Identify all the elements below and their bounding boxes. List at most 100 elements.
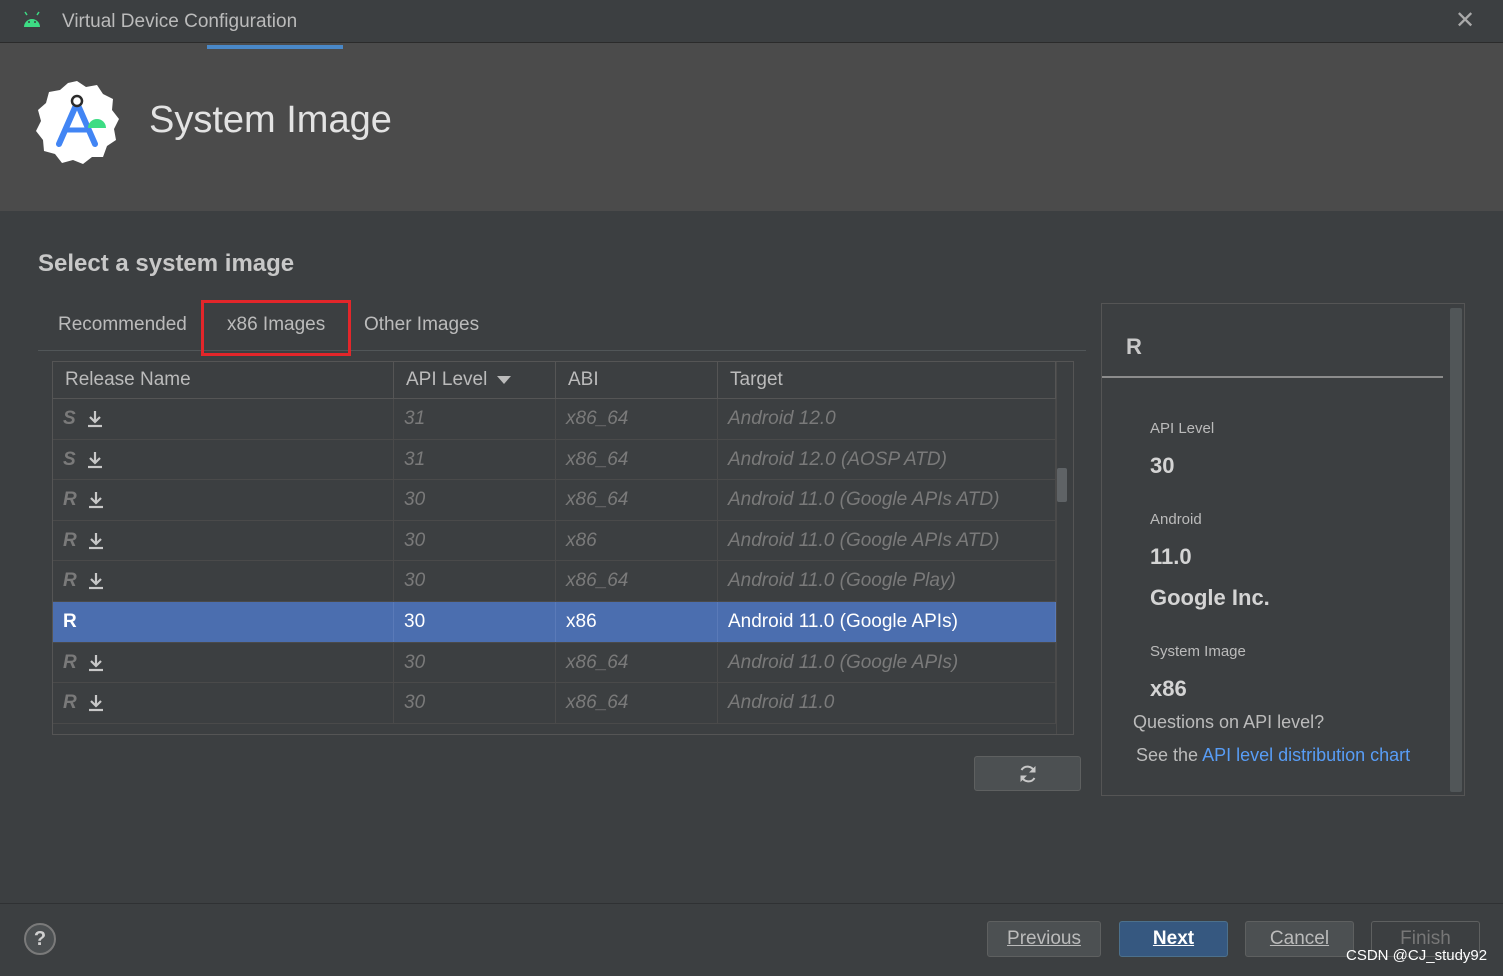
wizard-header: System Image — [0, 43, 1503, 211]
release-name-cell: S — [53, 399, 394, 439]
vendor-value: Google Inc. — [1150, 585, 1270, 610]
target-cell: Android 11.0 (Google APIs) — [718, 642, 1056, 683]
release-name-cell: R — [53, 642, 394, 683]
download-icon[interactable] — [87, 653, 105, 673]
api-level-cell: 30 — [394, 642, 556, 683]
release-name: S — [63, 408, 76, 429]
release-name: R — [63, 692, 77, 714]
abi-cell: x86 — [556, 601, 718, 642]
target-cell: Android 11.0 (Google APIs ATD) — [718, 520, 1056, 561]
release-name-cell: R — [53, 480, 394, 521]
table-header: Release Name API Level ABI Target — [53, 362, 1056, 399]
download-icon[interactable] — [87, 490, 105, 510]
release-name-cell: R — [53, 520, 394, 561]
tab-other-images[interactable]: Other Images — [364, 314, 479, 336]
api-level-cell: 31 — [394, 399, 556, 439]
release-name-cell: R — [53, 683, 394, 724]
active-tab-indicator — [207, 45, 343, 49]
android-studio-logo — [36, 81, 119, 164]
table-scrollbar-track[interactable] — [1056, 362, 1073, 734]
image-details-panel: R API Level 30 Android 11.0 Google Inc. … — [1101, 303, 1465, 796]
android-label: Android — [1150, 511, 1202, 528]
cancel-button[interactable]: Cancel — [1245, 921, 1354, 957]
api-level-value: 30 — [1150, 453, 1175, 478]
api-level-cell: 30 — [394, 561, 556, 602]
abi-cell: x86_64 — [556, 642, 718, 683]
details-divider — [1102, 376, 1443, 378]
android-icon — [24, 11, 40, 27]
next-button-label: Next — [1152, 928, 1195, 949]
table-row[interactable]: S 31 x86_64 Android 12.0 — [53, 399, 1056, 440]
download-icon[interactable] — [87, 693, 105, 713]
api-level-cell: 30 — [394, 480, 556, 521]
section-title: Select a system image — [38, 250, 295, 277]
abi-cell: x86_64 — [556, 439, 718, 480]
column-header-abi[interactable]: ABI — [556, 362, 718, 398]
table-row[interactable]: R 30 x86_64 Android 11.0 — [53, 683, 1056, 724]
target-cell: Android 11.0 (Google APIs ATD) — [718, 480, 1056, 521]
table-row[interactable]: R 30 x86 Android 11.0 (Google APIs ATD) — [53, 520, 1056, 562]
api-link-line: See the API level distribution chart — [1136, 745, 1410, 766]
column-header-target[interactable]: Target — [718, 362, 1056, 398]
see-the-text: See the — [1136, 745, 1203, 765]
system-image-table: Release Name API Level ABI Target S 31 x86… — [52, 361, 1074, 735]
abi-cell: x86 — [556, 520, 718, 561]
abi-cell: x86_64 — [556, 399, 718, 439]
column-header-api-level[interactable]: API Level — [394, 362, 556, 398]
download-icon[interactable] — [87, 571, 105, 591]
table-row[interactable]: S 31 x86_64 Android 12.0 (AOSP ATD) — [53, 439, 1056, 481]
release-name: R — [63, 529, 77, 551]
sort-descending-icon — [497, 375, 512, 384]
previous-button[interactable]: Previous — [987, 921, 1101, 957]
api-distribution-link[interactable]: API level distribution chart — [1202, 745, 1410, 765]
download-icon[interactable] — [86, 409, 104, 429]
refresh-icon — [1020, 765, 1036, 783]
table-row[interactable]: R 30 x86_64 Android 11.0 (Google APIs) — [53, 642, 1056, 684]
title-bar: Virtual Device Configuration ✕ — [0, 0, 1503, 43]
details-title: R — [1126, 334, 1142, 359]
abi-cell: x86_64 — [556, 683, 718, 724]
table-scrollbar-thumb[interactable] — [1057, 468, 1067, 502]
help-button[interactable]: ? — [24, 923, 56, 955]
column-header-api-level-label: API Level — [406, 369, 488, 390]
android-version-value: 11.0 — [1150, 544, 1192, 569]
download-icon[interactable] — [87, 531, 105, 551]
release-name-cell: S — [53, 439, 394, 480]
abi-cell: x86_64 — [556, 561, 718, 602]
next-button[interactable]: Next — [1119, 921, 1228, 957]
release-name: R — [63, 489, 77, 511]
api-level-cell: 31 — [394, 439, 556, 480]
annotation-highlight-box — [201, 300, 351, 356]
target-cell: Android 11.0 — [718, 683, 1056, 724]
column-header-release-name[interactable]: Release Name — [53, 362, 394, 398]
release-name: R — [63, 570, 77, 592]
release-name: S — [63, 448, 76, 470]
api-level-cell: 30 — [394, 683, 556, 724]
target-cell: Android 12.0 — [718, 399, 1056, 439]
api-level-cell: 30 — [394, 520, 556, 561]
api-level-cell: 30 — [394, 601, 556, 642]
previous-button-label: Previous — [1007, 928, 1081, 949]
target-cell: Android 12.0 (AOSP ATD) — [718, 439, 1056, 480]
release-name-cell: R — [53, 601, 394, 642]
abi-cell: x86_64 — [556, 480, 718, 521]
table-row[interactable]: R 30 x86 Android 11.0 (Google APIs) — [53, 601, 1056, 643]
cancel-button-label: Cancel — [1269, 928, 1330, 949]
download-icon[interactable] — [86, 450, 104, 470]
window-title: Virtual Device Configuration — [62, 11, 298, 32]
release-name-cell: R — [53, 561, 394, 602]
table-row[interactable]: R 30 x86_64 Android 11.0 (Google Play) — [53, 561, 1056, 602]
system-image-label: System Image — [1150, 643, 1246, 660]
details-scrollbar[interactable] — [1450, 308, 1462, 792]
image-tabs: Recommended x86 Images Other Images — [38, 300, 1086, 351]
page-title: System Image — [149, 99, 392, 141]
release-name: R — [63, 610, 77, 632]
tab-recommended[interactable]: Recommended — [58, 314, 187, 336]
table-body: S 31 x86_64 Android 12.0 S 31 x86_64 Android 12… — [53, 399, 1056, 724]
refresh-button[interactable] — [974, 756, 1081, 791]
close-icon[interactable]: ✕ — [1452, 8, 1478, 34]
target-cell: Android 11.0 (Google APIs) — [718, 601, 1056, 642]
watermark: CSDN @CJ_study92 — [1346, 947, 1488, 964]
table-row[interactable]: R 30 x86_64 Android 11.0 (Google APIs ATD) — [53, 480, 1056, 521]
system-image-value: x86 — [1150, 676, 1187, 701]
